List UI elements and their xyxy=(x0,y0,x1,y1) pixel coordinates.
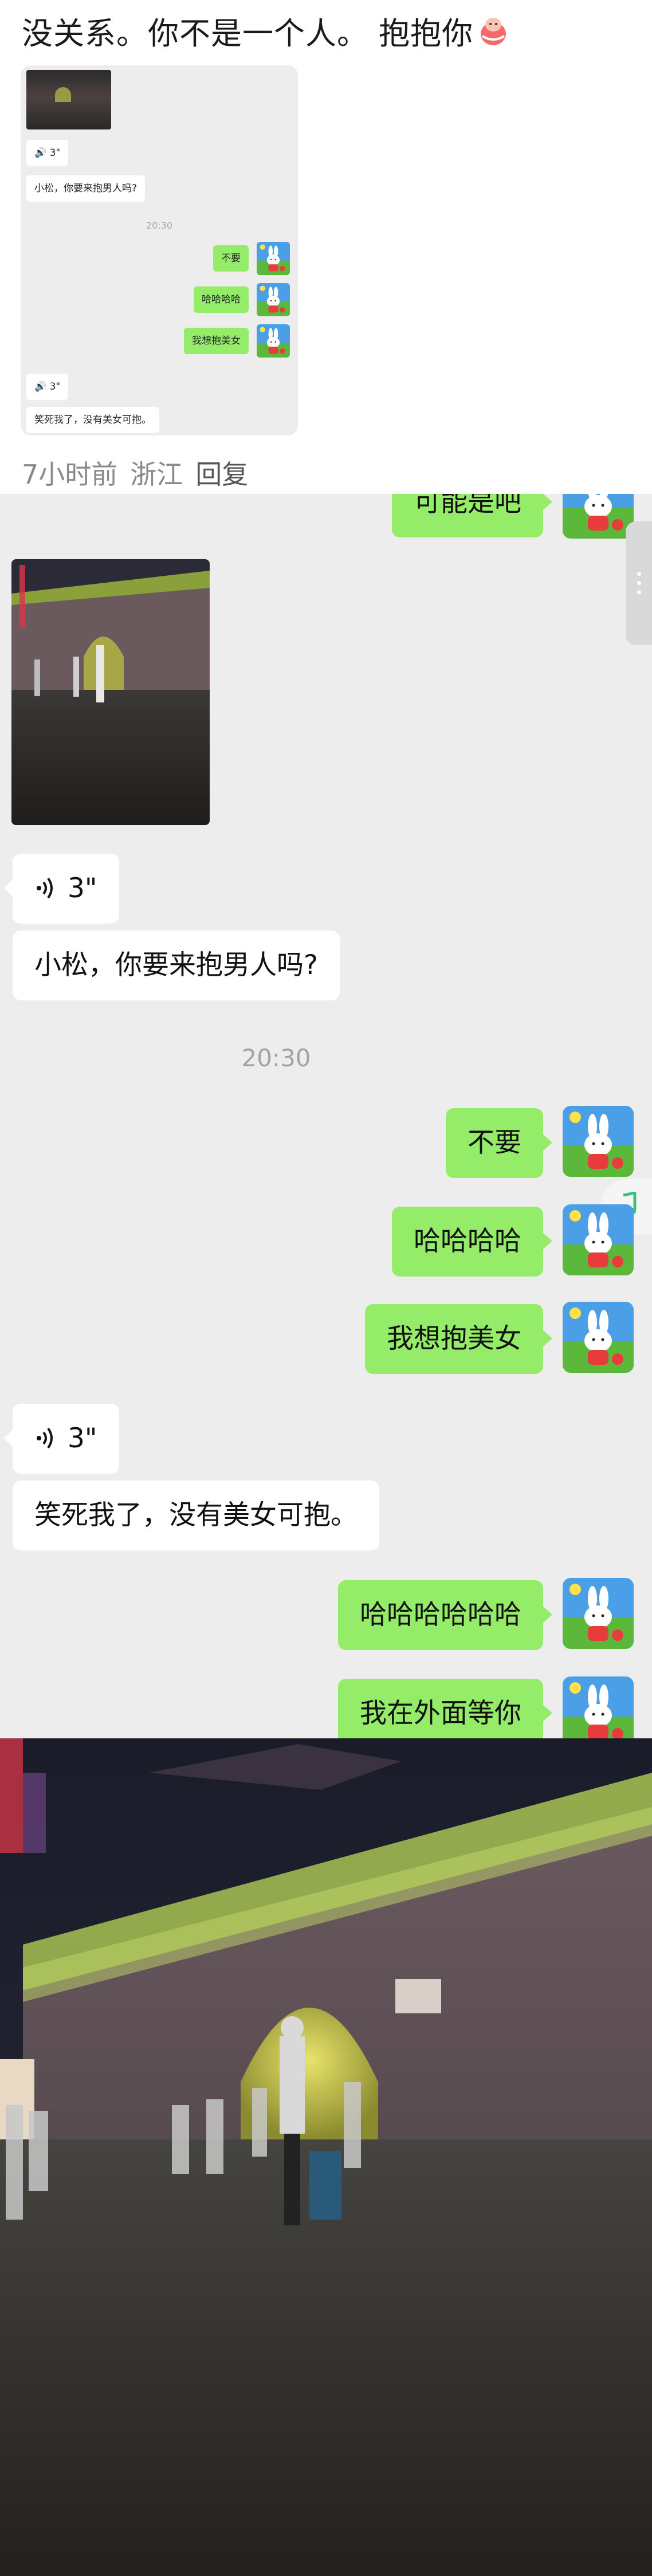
chat-screenshot: 可能是吧 3" 小松，你要来抱男人吗? 20:30 不要 哈哈哈哈 我想抱美女 … xyxy=(0,494,652,1738)
thumbnail-out-bubble-1: 不要 xyxy=(213,245,249,272)
voice-wave-icon: 🔊 xyxy=(34,381,47,392)
outgoing-bubble-partial: 可能是吧 xyxy=(392,494,552,537)
voice-duration: 3" xyxy=(68,1423,97,1454)
chat-timestamp: 20:30 xyxy=(241,1044,311,1072)
chat-screenshot-thumbnail[interactable]: 🔊 3" 小松，你要来抱男人吗? 20:30 不要 哈哈哈哈 我想抱美女 🔊 3… xyxy=(21,65,298,435)
bunny-avatar xyxy=(563,1578,634,1649)
thumbnail-avatar xyxy=(257,324,290,358)
voice-duration: 3" xyxy=(68,873,97,904)
incoming-voice-bubble[interactable]: 3" xyxy=(3,854,119,924)
outgoing-bubble-1: 不要 xyxy=(446,1108,552,1178)
outgoing-bubble-4: 哈哈哈哈哈哈 xyxy=(338,1580,552,1650)
bunny-avatar xyxy=(563,1204,634,1275)
voice-wave-icon xyxy=(37,877,53,899)
thumbnail-time: 20:30 xyxy=(146,220,173,231)
thumbnail-photo xyxy=(26,70,111,129)
outgoing-bubble-5: 我在外面等你 xyxy=(338,1679,552,1738)
voice-wave-icon: 🔊 xyxy=(34,147,47,159)
outgoing-bubble-2: 哈哈哈哈 xyxy=(392,1207,552,1277)
reply-button[interactable]: 回复 xyxy=(195,459,248,490)
bunny-avatar xyxy=(563,1106,634,1177)
comment-section: 没关系。你不是一个人。 抱抱你 🔊 3" 小松，你要来抱男人吗? 20:30 不… xyxy=(0,0,652,494)
thumbnail-voice-bubble-2: 🔊 3" xyxy=(26,374,69,400)
more-vertical-icon[interactable] xyxy=(626,521,652,645)
comment-text: 没关系。你不是一个人。 抱抱你 xyxy=(22,8,510,53)
thumbnail-voice-duration: 3" xyxy=(49,381,61,392)
incoming-text-bubble: 小松，你要来抱男人吗? xyxy=(13,930,340,1000)
thumbnail-text-bubble: 小松，你要来抱男人吗? xyxy=(26,175,146,202)
voice-wave-icon xyxy=(37,1427,53,1449)
bunny-avatar xyxy=(563,1302,634,1373)
thumbnail-avatar xyxy=(257,242,290,275)
thumbnail-voice-bubble: 🔊 3" xyxy=(26,140,69,166)
thumbnail-text-bubble-2: 笑死我了，没有美女可抱。 xyxy=(26,407,159,433)
bunny-avatar xyxy=(563,494,634,539)
incoming-text-bubble: 笑死我了，没有美女可抱。 xyxy=(13,1481,379,1550)
incoming-voice-bubble[interactable]: 3" xyxy=(3,1404,119,1474)
bunny-avatar xyxy=(563,1676,634,1738)
night-city-gate-photo[interactable] xyxy=(0,1738,652,2576)
comment-location: 浙江 xyxy=(130,459,183,490)
outgoing-bubble-3: 我想抱美女 xyxy=(365,1304,552,1374)
photo-message[interactable] xyxy=(11,559,210,825)
thumbnail-voice-duration: 3" xyxy=(49,147,61,159)
thumbnail-out-bubble-3: 我想抱美女 xyxy=(184,328,249,354)
comment-body: 没关系。你不是一个人。 抱抱你 xyxy=(22,15,474,52)
thumbnail-out-bubble-2: 哈哈哈哈 xyxy=(194,286,249,313)
hug-emoji-icon xyxy=(481,18,506,45)
comment-meta: 7小时前 浙江 回复 xyxy=(22,454,248,492)
thumbnail-avatar xyxy=(257,283,290,316)
comment-time: 7小时前 xyxy=(22,459,118,490)
